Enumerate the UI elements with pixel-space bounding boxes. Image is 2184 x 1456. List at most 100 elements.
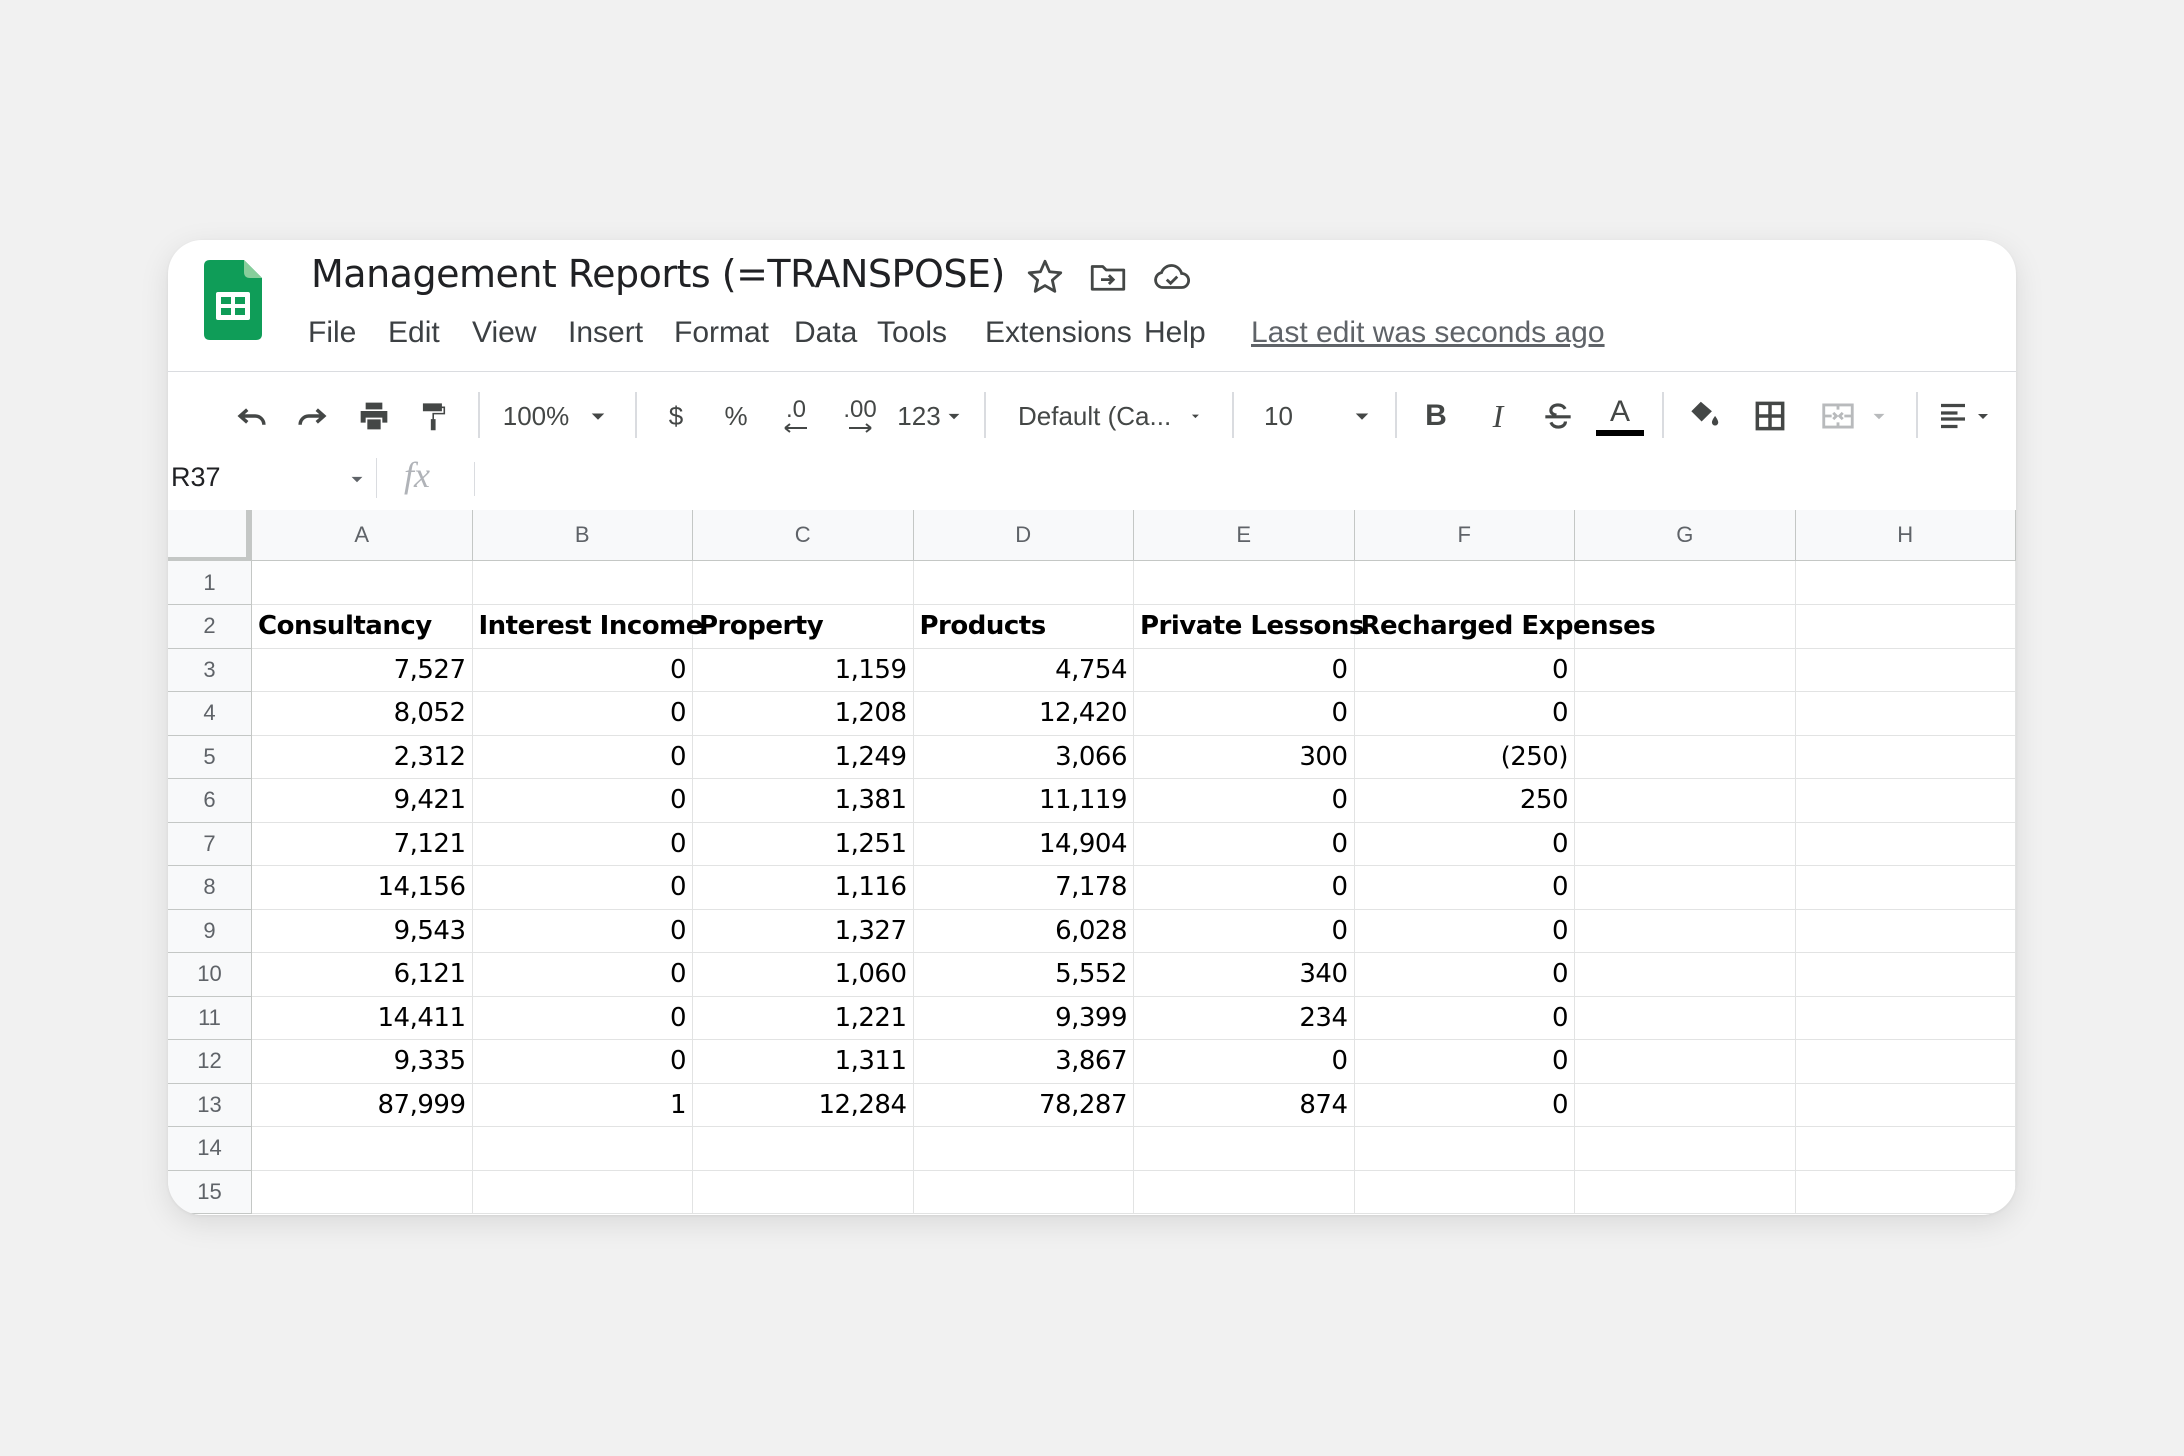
zoom-select[interactable]: 100% — [498, 390, 618, 442]
cell-g1[interactable] — [1575, 561, 1796, 605]
cell-d14[interactable] — [913, 1127, 1134, 1171]
redo-button[interactable] — [288, 390, 336, 442]
cell-a12[interactable]: 9,335 — [252, 1040, 473, 1084]
cell-c6[interactable]: 1,381 — [693, 779, 914, 823]
cell-f12[interactable]: 0 — [1354, 1040, 1575, 1084]
cell-a13[interactable]: 87,999 — [252, 1083, 473, 1127]
cell-c2[interactable]: Property — [693, 605, 914, 649]
move-to-folder-icon[interactable] — [1087, 256, 1129, 298]
cell-g3[interactable] — [1575, 648, 1796, 692]
cell-g11[interactable] — [1575, 996, 1796, 1040]
menu-file[interactable]: File — [308, 312, 356, 354]
chevron-down-icon[interactable] — [344, 466, 370, 492]
cell-e1[interactable] — [1134, 561, 1355, 605]
select-all-corner[interactable] — [168, 510, 252, 561]
column-header-c[interactable]: C — [693, 510, 914, 561]
horizontal-align-select[interactable] — [1930, 390, 2000, 442]
cell-a11[interactable]: 14,411 — [252, 996, 473, 1040]
cell-g9[interactable] — [1575, 909, 1796, 953]
cell-d1[interactable] — [913, 561, 1134, 605]
cell-f2[interactable]: Recharged Expenses — [1354, 605, 1656, 649]
font-size-select[interactable]: 10 — [1248, 390, 1378, 442]
star-icon[interactable] — [1024, 256, 1066, 298]
cell-b13[interactable]: 1 — [472, 1083, 693, 1127]
name-box[interactable]: R37 — [171, 462, 221, 493]
cell-b10[interactable]: 0 — [472, 953, 693, 997]
cell-g4[interactable] — [1575, 692, 1796, 736]
row-header-15[interactable]: 15 — [168, 1170, 252, 1214]
cell-f9[interactable]: 0 — [1354, 909, 1575, 953]
merge-cells-button[interactable] — [1810, 390, 1900, 442]
cell-c4[interactable]: 1,208 — [693, 692, 914, 736]
cell-e9[interactable]: 0 — [1134, 909, 1355, 953]
cell-e10[interactable]: 340 — [1134, 953, 1355, 997]
column-header-d[interactable]: D — [913, 510, 1134, 561]
document-title[interactable]: Management Reports (=TRANSPOSE) — [311, 252, 1005, 296]
cell-h15[interactable] — [1795, 1170, 2016, 1214]
last-edit-link[interactable]: Last edit was seconds ago — [1251, 312, 1605, 354]
cell-a3[interactable]: 7,527 — [252, 648, 473, 692]
text-color-button[interactable]: A — [1594, 390, 1646, 442]
row-header-9[interactable]: 9 — [168, 909, 252, 953]
cell-e5[interactable]: 300 — [1134, 735, 1355, 779]
cell-f11[interactable]: 0 — [1354, 996, 1575, 1040]
row-header-5[interactable]: 5 — [168, 735, 252, 779]
cell-f7[interactable]: 0 — [1354, 822, 1575, 866]
column-header-e[interactable]: E — [1134, 510, 1355, 561]
menu-help[interactable]: Help — [1144, 312, 1206, 354]
cell-f8[interactable]: 0 — [1354, 866, 1575, 910]
cell-e7[interactable]: 0 — [1134, 822, 1355, 866]
cell-f15[interactable] — [1354, 1170, 1575, 1214]
cell-d10[interactable]: 5,552 — [913, 953, 1134, 997]
menu-view[interactable]: View — [472, 312, 536, 354]
cloud-saved-icon[interactable] — [1151, 256, 1193, 298]
cell-d5[interactable]: 3,066 — [913, 735, 1134, 779]
cell-c12[interactable]: 1,311 — [693, 1040, 914, 1084]
cell-f10[interactable]: 0 — [1354, 953, 1575, 997]
strikethrough-button[interactable] — [1536, 390, 1580, 442]
cell-c3[interactable]: 1,159 — [693, 648, 914, 692]
row-header-10[interactable]: 10 — [168, 953, 252, 997]
column-header-h[interactable]: H — [1795, 510, 2016, 561]
cell-d11[interactable]: 9,399 — [913, 996, 1134, 1040]
cell-g8[interactable] — [1575, 866, 1796, 910]
cell-h3[interactable] — [1795, 648, 2016, 692]
borders-button[interactable] — [1746, 390, 1794, 442]
cell-d13[interactable]: 78,287 — [913, 1083, 1134, 1127]
cell-f14[interactable] — [1354, 1127, 1575, 1171]
cell-b6[interactable]: 0 — [472, 779, 693, 823]
menu-edit[interactable]: Edit — [388, 312, 440, 354]
cell-h6[interactable] — [1795, 779, 2016, 823]
cell-f5[interactable]: (250) — [1354, 735, 1575, 779]
cell-e13[interactable]: 874 — [1134, 1083, 1355, 1127]
cell-g5[interactable] — [1575, 735, 1796, 779]
cell-c15[interactable] — [693, 1170, 914, 1214]
cell-c10[interactable]: 1,060 — [693, 953, 914, 997]
row-header-3[interactable]: 3 — [168, 648, 252, 692]
menu-tools[interactable]: Tools — [877, 312, 947, 354]
cell-g15[interactable] — [1575, 1170, 1796, 1214]
formula-input[interactable] — [484, 454, 2004, 498]
cell-h5[interactable] — [1795, 735, 2016, 779]
menu-format[interactable]: Format — [674, 312, 769, 354]
cell-h14[interactable] — [1795, 1127, 2016, 1171]
cell-d4[interactable]: 12,420 — [913, 692, 1134, 736]
print-button[interactable] — [350, 390, 398, 442]
column-header-a[interactable]: A — [252, 510, 473, 561]
cell-b2[interactable]: Interest Income — [472, 605, 703, 649]
undo-button[interactable] — [228, 390, 276, 442]
cell-a5[interactable]: 2,312 — [252, 735, 473, 779]
cell-c1[interactable] — [693, 561, 914, 605]
column-header-g[interactable]: G — [1575, 510, 1796, 561]
cell-a6[interactable]: 9,421 — [252, 779, 473, 823]
number-format-select[interactable]: 123 — [896, 390, 968, 442]
menu-data[interactable]: Data — [794, 312, 857, 354]
cell-b11[interactable]: 0 — [472, 996, 693, 1040]
menu-insert[interactable]: Insert — [568, 312, 643, 354]
cell-g7[interactable] — [1575, 822, 1796, 866]
row-header-13[interactable]: 13 — [168, 1083, 252, 1127]
paint-format-button[interactable] — [410, 390, 458, 442]
cell-f3[interactable]: 0 — [1354, 648, 1575, 692]
cell-e8[interactable]: 0 — [1134, 866, 1355, 910]
cell-e2[interactable]: Private Lessons — [1134, 605, 1364, 649]
